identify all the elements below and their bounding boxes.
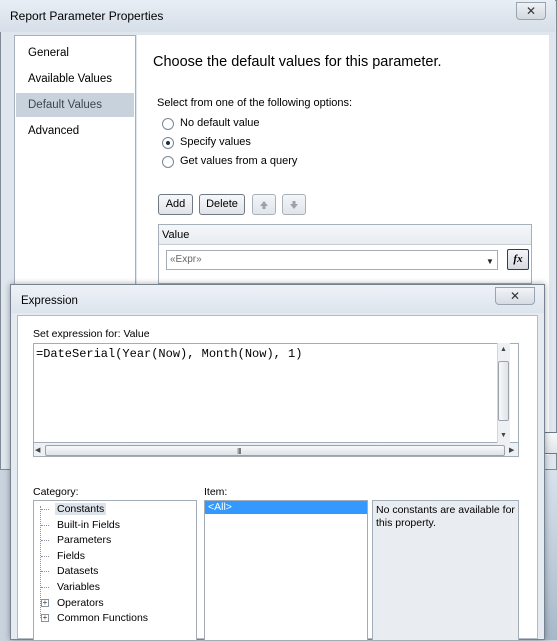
- tree-connector: [41, 509, 49, 510]
- category-item-fields[interactable]: Fields: [57, 550, 85, 562]
- options-prompt: Select from one of the following options…: [157, 97, 353, 109]
- nav-item-available-values[interactable]: Available Values: [16, 67, 134, 91]
- category-label: Category:: [33, 486, 79, 498]
- horizontal-scroll-thumb[interactable]: [45, 445, 505, 456]
- expression-fx-button[interactable]: fx: [507, 249, 529, 270]
- tree-connector: [41, 525, 49, 526]
- radio-label: No default value: [180, 117, 260, 129]
- expression-editor[interactable]: =DateSerial(Year(Now), Month(Now), 1): [33, 343, 519, 443]
- expression-window: Expression ✕ Set expression for: Value =…: [10, 284, 545, 641]
- plus-box-icon[interactable]: +: [41, 599, 49, 607]
- scroll-down-arrow-icon[interactable]: ▼: [500, 432, 507, 439]
- radio-label: Get values from a query: [180, 155, 298, 167]
- page-heading: Choose the default values for this param…: [153, 54, 442, 70]
- vertical-scroll-thumb[interactable]: [498, 361, 509, 421]
- scroll-right-arrow-icon[interactable]: ▶: [509, 446, 514, 454]
- list-item-all[interactable]: <All>: [208, 501, 232, 514]
- radio-label: Specify values: [180, 136, 251, 148]
- chevron-down-icon[interactable]: ▼: [486, 257, 494, 266]
- rpp-close-button[interactable]: ✕: [516, 2, 546, 20]
- add-button[interactable]: Add: [158, 194, 193, 215]
- nav-item-default-values[interactable]: Default Values: [16, 93, 134, 117]
- tree-connector: [41, 556, 49, 557]
- scroll-left-arrow-icon[interactable]: ◀: [35, 446, 40, 454]
- value-column-header: Value: [159, 225, 531, 245]
- radio-button[interactable]: [162, 118, 174, 130]
- category-item-common-functions[interactable]: Common Functions: [57, 612, 148, 624]
- radio-button[interactable]: [162, 156, 174, 168]
- rpp-window-title: Report Parameter Properties: [10, 9, 164, 23]
- set-expression-label: Set expression for: Value: [33, 328, 150, 340]
- item-list[interactable]: [204, 500, 368, 641]
- nav-item-advanced[interactable]: Advanced: [16, 119, 134, 143]
- tree-connector: [41, 571, 49, 572]
- expr-close-button[interactable]: ✕: [495, 287, 535, 305]
- move-up-button[interactable]: [252, 194, 276, 215]
- value-combobox[interactable]: «Expr»: [166, 250, 498, 270]
- move-down-button[interactable]: [282, 194, 306, 215]
- scroll-grip-icon: III: [237, 447, 242, 456]
- category-item-datasets[interactable]: Datasets: [57, 565, 98, 577]
- category-item-parameters[interactable]: Parameters: [57, 534, 111, 546]
- expr-window-title: Expression: [21, 295, 78, 307]
- tree-connector: [41, 587, 49, 588]
- arrow-up-icon: [260, 201, 268, 209]
- plus-box-icon[interactable]: +: [41, 614, 49, 622]
- category-item-constants[interactable]: Constants: [55, 503, 107, 515]
- item-label: Item:: [204, 486, 228, 498]
- scroll-up-arrow-icon[interactable]: ▲: [500, 346, 507, 353]
- nav-item-general[interactable]: General: [16, 41, 134, 65]
- radio-button-selected[interactable]: [162, 137, 174, 149]
- category-item-variables[interactable]: Variables: [57, 581, 100, 593]
- delete-button[interactable]: Delete: [199, 194, 245, 215]
- tree-connector: [41, 540, 49, 541]
- expr-title-bar[interactable]: [11, 285, 544, 313]
- arrow-down-icon: [290, 201, 298, 209]
- category-item-built-in-fields[interactable]: Built-in Fields: [57, 519, 120, 531]
- description-text: No constants are available for this prop…: [376, 504, 515, 529]
- expression-text[interactable]: =DateSerial(Year(Now), Month(Now), 1): [36, 347, 302, 361]
- category-item-operators[interactable]: Operators: [57, 597, 104, 609]
